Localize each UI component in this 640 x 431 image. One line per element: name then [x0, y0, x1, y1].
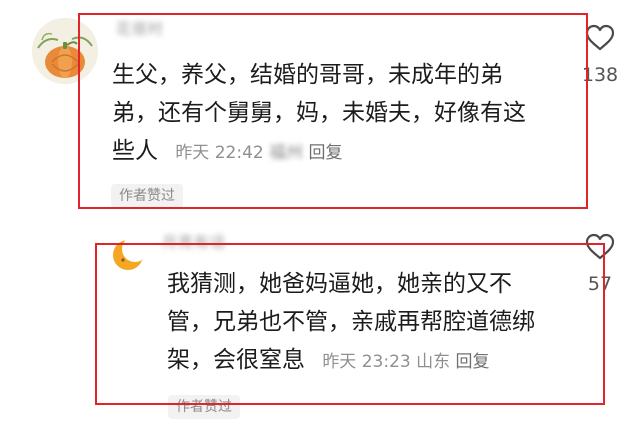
comment-text-line: 管，兄弟也不管，亲戚再帮腔道德绑 — [167, 309, 535, 335]
comment-text-line: 架，会很窒息 — [167, 347, 305, 373]
avatar[interactable] — [106, 233, 150, 277]
comment-meta: 昨天 23:23 山东 回复 — [312, 352, 489, 372]
pumpkin-avatar-icon — [32, 18, 98, 84]
comment-list: 花很时 生父，养父，结婚的哥哥，未成年的弟 弟，还有个舅舅，妈，未婚夫，好像有这… — [0, 0, 640, 431]
username[interactable]: 月亮有话 — [162, 231, 226, 252]
like-count: 57 — [587, 273, 613, 295]
comment-text: 生父，养父，结婚的哥哥，未成年的弟 弟，还有个舅舅，妈，未婚夫，好像有这 些人 … — [112, 56, 572, 172]
comment-text-line: 生父，养父，结婚的哥哥，未成年的弟 — [112, 62, 503, 88]
comment-time: 昨天 23:23 — [322, 352, 411, 372]
like-button[interactable]: 57 — [576, 233, 624, 295]
comment-text-line: 些人 — [112, 138, 158, 164]
comment-text-last-line: 些人 昨天 22:42 福州 回复 — [112, 132, 572, 172]
avatar[interactable] — [32, 18, 98, 84]
author-liked-badge: 作者赞过 — [111, 184, 183, 208]
comment-text: 我猜测，她爸妈逼她，她亲的又不 管，兄弟也不管，亲戚再帮腔道德绑 架，会很窒息 … — [167, 265, 587, 381]
comment-location: 山东 — [416, 352, 451, 372]
heart-outline-icon — [585, 233, 615, 260]
comment-text-last-line: 架，会很窒息 昨天 23:23 山东 回复 — [167, 341, 587, 381]
comment-item: 花很时 生父，养父，结婚的哥哥，未成年的弟 弟，还有个舅舅，妈，未婚夫，好像有这… — [0, 0, 640, 215]
comment-text-line: 弟，还有个舅舅，妈，未婚夫，好像有这 — [112, 100, 526, 126]
comment-location: 福州 — [269, 143, 304, 163]
username[interactable]: 花很时 — [116, 18, 164, 39]
comment-text-line: 我猜测，她爸妈逼她，她亲的又不 — [167, 271, 512, 297]
crescent-moon-avatar-icon — [106, 233, 150, 277]
heart-outline-icon — [585, 24, 615, 51]
comment-time: 昨天 22:42 — [175, 143, 264, 163]
reply-button[interactable]: 回复 — [456, 352, 490, 372]
author-liked-badge: 作者赞过 — [168, 395, 240, 419]
comment-item: 月亮有话 我猜测，她爸妈逼她，她亲的又不 管，兄弟也不管，亲戚再帮腔道德绑 架，… — [0, 225, 640, 431]
like-count: 138 — [581, 64, 619, 86]
comment-meta: 昨天 22:42 福州 回复 — [165, 143, 342, 163]
reply-button[interactable]: 回复 — [309, 143, 343, 163]
like-button[interactable]: 138 — [576, 24, 624, 86]
